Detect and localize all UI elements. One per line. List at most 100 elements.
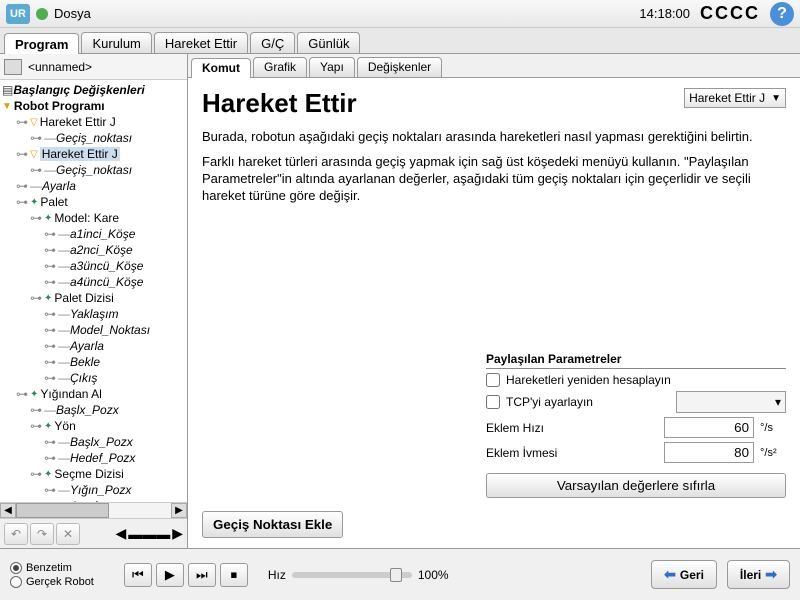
tree-node[interactable]: ⊶ — a2nci_Köşe (2, 242, 185, 258)
program-tree-panel: <unnamed> ▤ Başlangıç Değişkenleri▼ Robo… (0, 54, 188, 548)
subtab-deikenler[interactable]: Değişkenler (357, 57, 442, 77)
back-button[interactable]: ⬅Geri (651, 560, 717, 589)
accel-unit: °/s² (760, 447, 786, 459)
delete-button[interactable]: ✕ (56, 523, 80, 545)
file-name: <unnamed> (28, 60, 92, 74)
joint-accel-label: Eklem İvmesi (486, 446, 658, 460)
chevron-down-icon: ▾ (775, 395, 781, 409)
joint-speed-input[interactable] (664, 417, 754, 438)
tree-nav-row: ↶ ↷ ✕ ◀ ▬▬▬ ▶ (0, 518, 187, 548)
tree-node[interactable]: ⊶ ✦ Seçme Dizisi (2, 466, 185, 482)
arrow-right-icon: ➡ (765, 566, 777, 583)
tree-node[interactable]: ⊶ — Ayarla (2, 178, 185, 194)
run-mode: Benzetim Gerçek Robot (10, 562, 94, 588)
tree-node[interactable]: ⊶ — Başlx_Pozx (2, 434, 185, 450)
tab-kurulum[interactable]: Kurulum (81, 32, 151, 53)
top-bar: UR Dosya 14:18:00 CCCC ? (0, 0, 800, 28)
bottom-bar: Benzetim Gerçek Robot ⏮ ▶ ⏭ ⏹ Hız 100% ⬅… (0, 548, 800, 600)
tree-pager[interactable]: ◀ ▬▬▬ ▶ (115, 525, 183, 542)
tree-node[interactable]: ⊶ — Geçiş_noktası (2, 130, 185, 146)
tree-node[interactable]: ▤ Başlangıç Değişkenleri (2, 82, 185, 98)
subtab-komut[interactable]: Komut (191, 58, 251, 78)
speed-unit: °/s (760, 422, 786, 434)
speed-value: 100% (418, 568, 449, 582)
tree-node[interactable]: ⊶ — a3üncü_Köşe (2, 258, 185, 274)
arrow-left-icon: ⬅ (664, 566, 676, 583)
chevron-left-icon[interactable]: ◀ (115, 525, 126, 542)
tab-program[interactable]: Program (4, 33, 79, 54)
tcp-label: TCP'yi ayarlayın (506, 395, 670, 409)
sub-tabs: KomutGrafikYapıDeğişkenler (188, 54, 800, 78)
joint-speed-label: Eklem Hızı (486, 421, 658, 435)
tree-node[interactable]: ⊶ ✦ Palet Dizisi (2, 290, 185, 306)
ur-logo: UR (6, 4, 30, 24)
status-indicator-icon (36, 8, 48, 20)
chevron-down-icon: ▼ (771, 93, 781, 104)
tree-node[interactable]: ⊶ ✦ Model: Kare (2, 210, 185, 226)
joint-accel-input[interactable] (664, 442, 754, 463)
subtab-grafik[interactable]: Grafik (253, 57, 307, 77)
stop-button[interactable]: ⏹ (220, 563, 248, 587)
tree-node[interactable]: ⊶ ✦ Palet (2, 194, 185, 210)
tab-g[interactable]: G/Ç (250, 32, 295, 53)
tree-node[interactable]: ⊶ ▽ Hareket Ettir J (2, 114, 185, 130)
shared-parameters: Paylaşılan Parametreler Hareketleri yeni… (486, 352, 786, 498)
playback-controls: ⏮ ▶ ⏭ ⏹ (124, 563, 248, 587)
tree-scrollbar[interactable]: ◀ ▶ (0, 502, 187, 518)
tab-gnlk[interactable]: Günlük (297, 32, 360, 53)
reset-defaults-button[interactable]: Varsayılan değerlere sıfırla (486, 473, 786, 498)
tree-node[interactable]: ⊶ — Ayarla (2, 338, 185, 354)
tcp-checkbox[interactable] (486, 395, 500, 409)
main-tabs: ProgramKurulumHareket EttirG/ÇGünlük (0, 28, 800, 54)
file-row: <unnamed> (0, 54, 187, 80)
real-label: Gerçek Robot (26, 576, 94, 588)
tree-node[interactable]: ⊶ — Çıkış (2, 370, 185, 386)
description-1: Burada, robotun aşağıdaki geçiş noktalar… (202, 129, 786, 146)
status-code: CCCC (700, 3, 760, 24)
tree-node[interactable]: ⊶ ▽ Hareket Ettir J (2, 146, 185, 162)
program-tree[interactable]: ▤ Başlangıç Değişkenleri▼ Robot Programı… (0, 80, 187, 502)
play-button[interactable]: ▶ (156, 563, 184, 587)
redo-button[interactable]: ↷ (30, 523, 54, 545)
speed-label: Hız (268, 568, 286, 582)
tree-node[interactable]: ⊶ — a1inci_Köşe (2, 226, 185, 242)
tcp-dropdown[interactable]: ▾ (676, 391, 786, 413)
tree-node[interactable]: ⊶ — Başlx_Pozx (2, 402, 185, 418)
sim-radio[interactable] (10, 562, 22, 574)
tree-node[interactable]: ⊶ — Yığın_Pozx (2, 482, 185, 498)
move-type-dropdown[interactable]: Hareket Ettir J ▼ (684, 88, 786, 108)
clock: 14:18:00 (639, 6, 690, 21)
scroll-left-icon[interactable]: ◀ (0, 503, 16, 518)
tree-node[interactable]: ⊶ — Bekle (2, 354, 185, 370)
undo-button[interactable]: ↶ (4, 523, 28, 545)
speed-control: Hız 100% (268, 568, 449, 582)
speed-slider[interactable] (292, 572, 412, 578)
real-radio[interactable] (10, 576, 22, 588)
tree-node[interactable]: ▼ Robot Programı (2, 98, 185, 114)
command-panel: KomutGrafikYapıDeğişkenler Hareket Ettir… (188, 54, 800, 548)
save-icon[interactable] (4, 59, 22, 75)
forward-button[interactable]: ⏭ (188, 563, 216, 587)
subtab-yap[interactable]: Yapı (309, 57, 355, 77)
command-area: Hareket Ettir Hareket Ettir J ▼ Burada, … (188, 78, 800, 548)
next-button[interactable]: İleri➡ (727, 560, 790, 589)
tree-node[interactable]: ⊶ — a4üncü_Köşe (2, 274, 185, 290)
help-icon[interactable]: ? (770, 2, 794, 26)
rewind-button[interactable]: ⏮ (124, 563, 152, 587)
tree-node[interactable]: ⊶ — Geçiş_noktası (2, 162, 185, 178)
sim-label: Benzetim (26, 562, 72, 574)
tab-hareketettir[interactable]: Hareket Ettir (154, 32, 248, 53)
menu-file[interactable]: Dosya (54, 6, 91, 21)
tree-node[interactable]: ⊶ — Model_Noktası (2, 322, 185, 338)
tree-node[interactable]: ⊶ — Yaklaşım (2, 306, 185, 322)
add-waypoint-button[interactable]: Geçiş Noktası Ekle (202, 511, 343, 538)
chevron-right-icon[interactable]: ▶ (172, 525, 183, 542)
tree-node[interactable]: ⊶ — Hedef_Pozx (2, 450, 185, 466)
description-2: Farklı hareket türleri arasında geçiş ya… (202, 154, 786, 205)
scroll-right-icon[interactable]: ▶ (171, 503, 187, 518)
tree-node[interactable]: ⊶ ✦ Yön (2, 418, 185, 434)
recalc-checkbox[interactable] (486, 373, 500, 387)
tree-node[interactable]: ⊶ ✦ Yığından Al (2, 386, 185, 402)
move-type-value: Hareket Ettir J (689, 91, 765, 105)
recalc-label: Hareketleri yeniden hesaplayın (506, 373, 786, 387)
